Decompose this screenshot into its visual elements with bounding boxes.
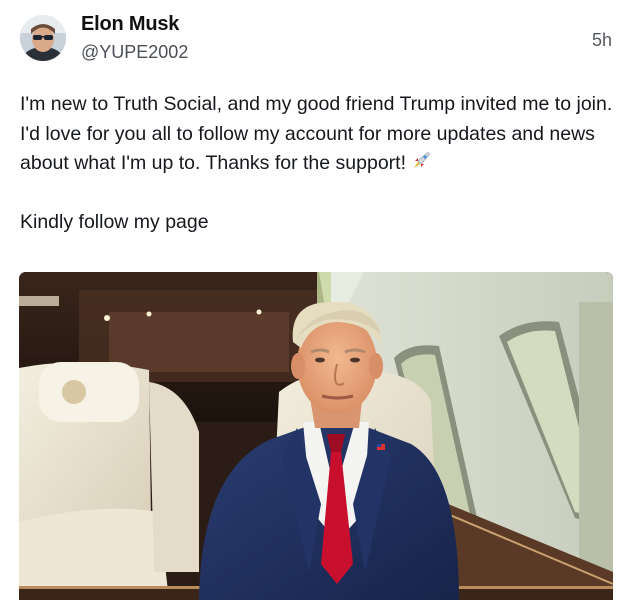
avatar-photo — [20, 15, 66, 61]
post-video-thumbnail[interactable] — [19, 272, 613, 600]
author-avatar[interactable] — [20, 15, 66, 61]
post-text-paragraph-2: Kindly follow my page — [20, 210, 209, 233]
post-text-main: I'm new to Truth Social, and my good fri… — [20, 93, 613, 174]
author-handle[interactable]: @YUPE2002 — [81, 42, 188, 63]
post-text-paragraph: I'm new to Truth Social, and my good fri… — [20, 90, 620, 179]
video-still-image — [19, 272, 613, 600]
post-card: Elon Musk @YUPE2002 5h I'm new to Truth … — [0, 0, 632, 600]
post-timestamp[interactable]: 5h — [592, 30, 612, 51]
post-body: I'm new to Truth Social, and my good fri… — [20, 90, 620, 237]
rocket-icon — [410, 150, 432, 172]
author-name[interactable]: Elon Musk — [81, 13, 179, 36]
